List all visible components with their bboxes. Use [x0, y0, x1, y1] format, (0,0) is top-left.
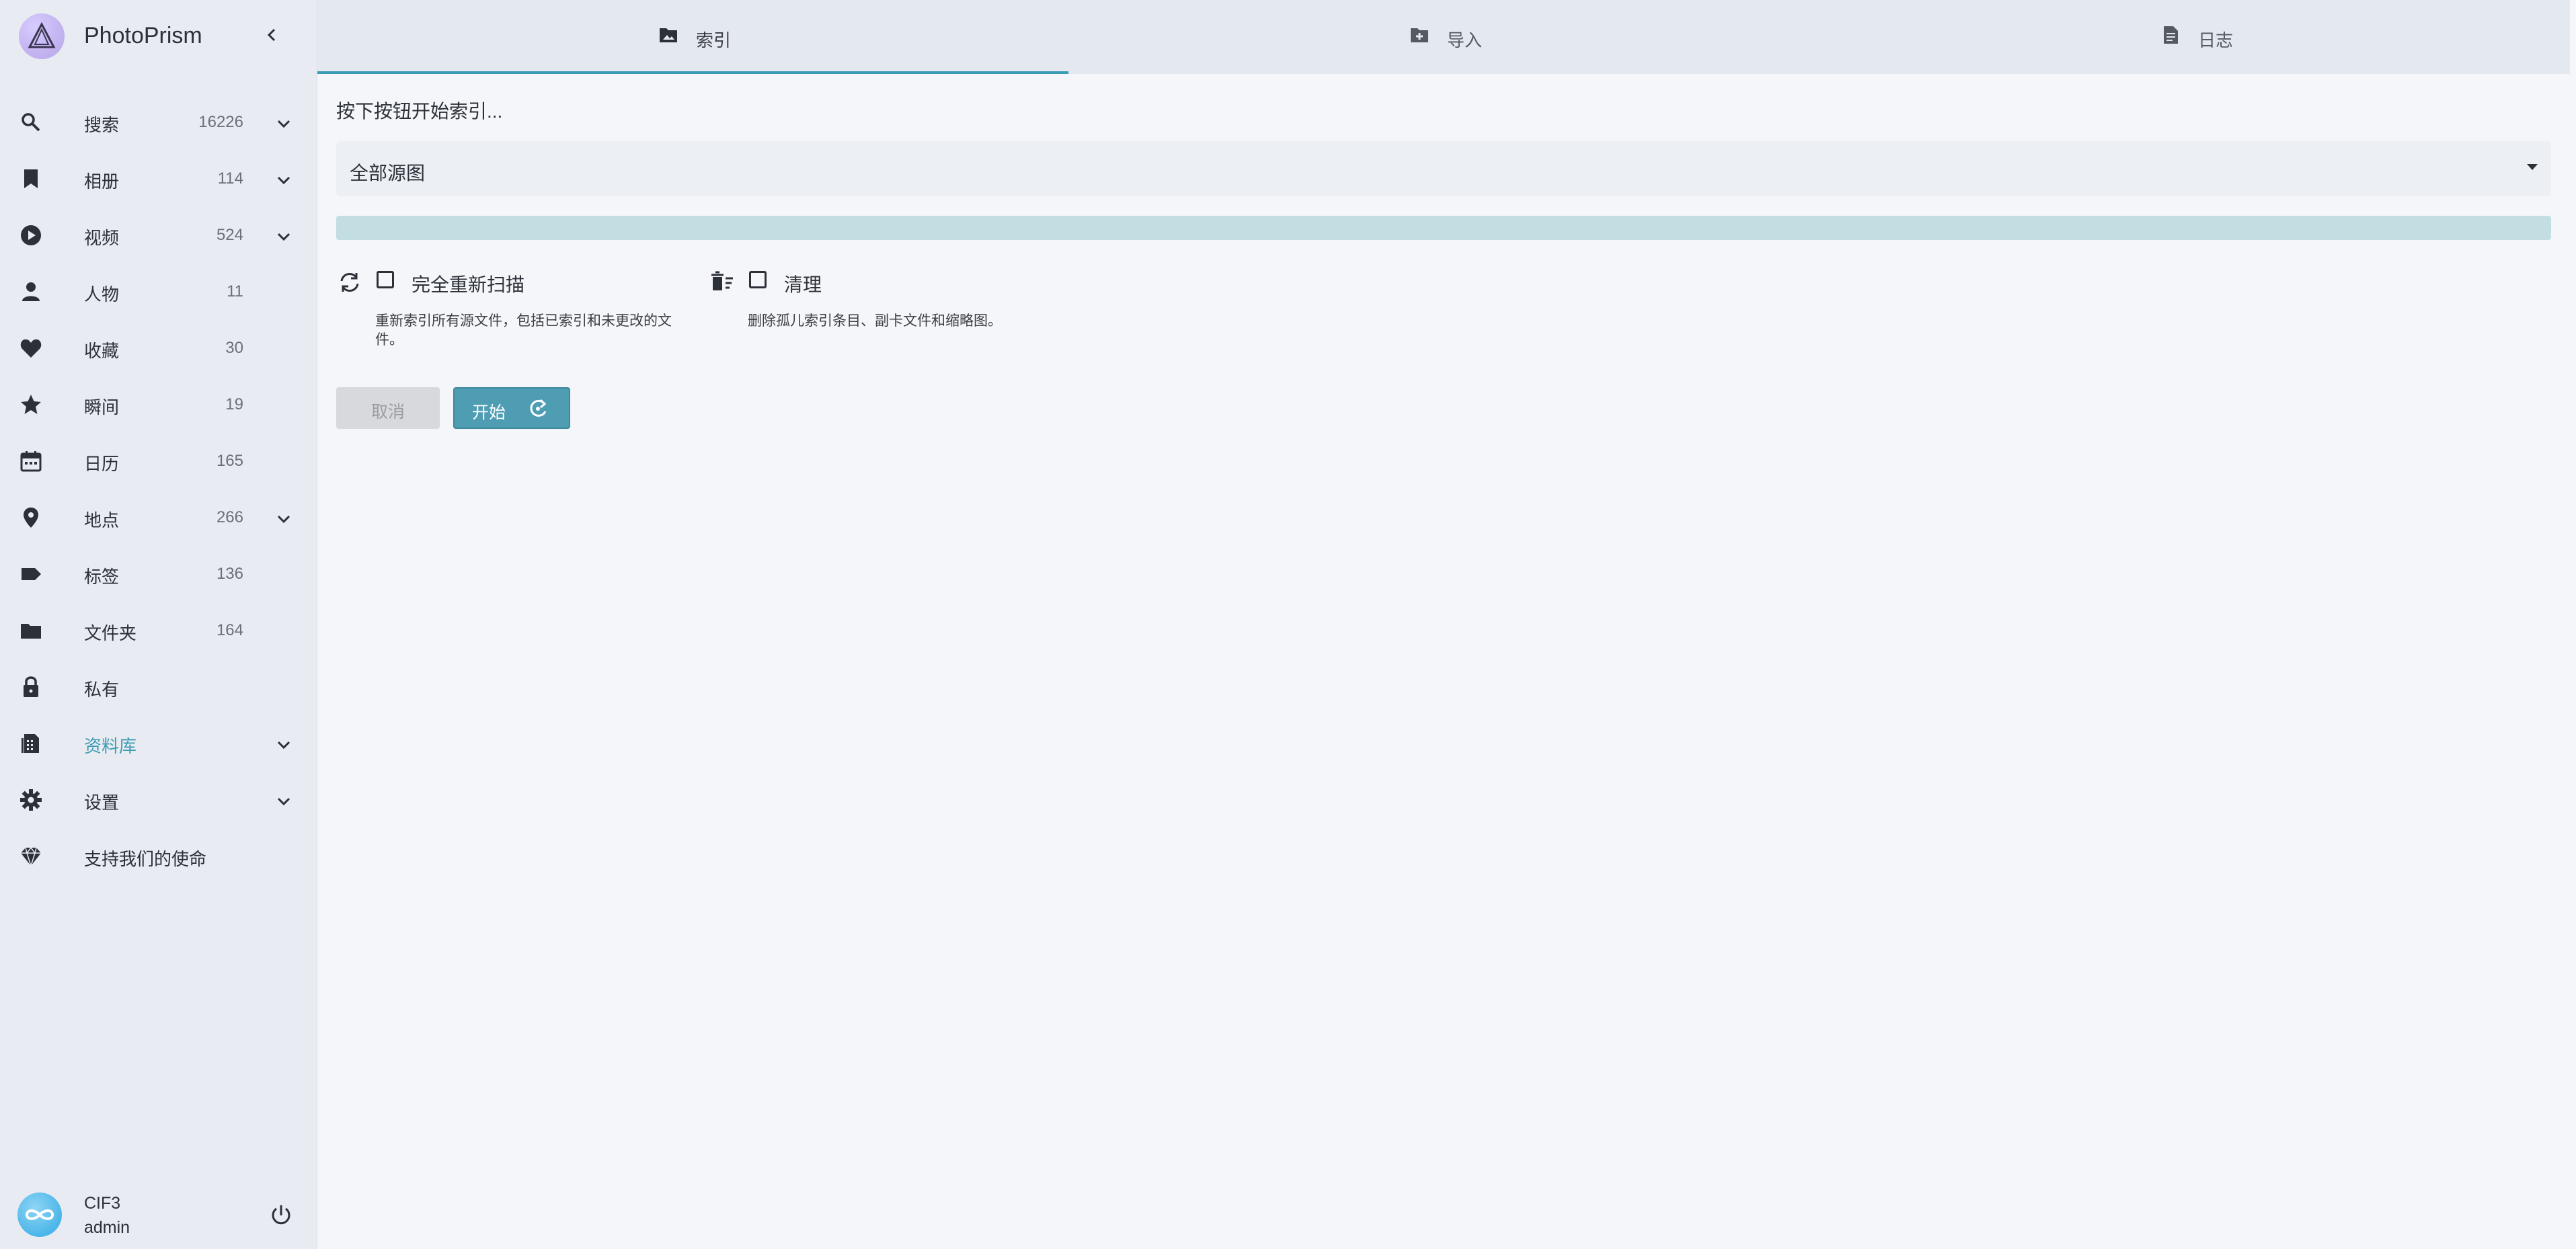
bookmark-icon [24, 169, 38, 188]
sidebar-item-label: 瞬间 [84, 397, 120, 417]
brand-name: PhotoPrism [84, 23, 202, 48]
sidebar-item-label: 相册 [84, 171, 120, 192]
tab-import[interactable]: 导入 [1068, 0, 1820, 74]
sidebar-item-count: 16226 [198, 113, 243, 131]
sidebar-item-label: 资料库 [84, 736, 137, 756]
star-icon [21, 395, 41, 414]
tab-label: 索引 [696, 30, 732, 50]
diamond-icon [21, 846, 41, 868]
start-button-label: 开始 [472, 403, 506, 422]
refresh-icon [340, 273, 359, 292]
sidebar-item-library[interactable]: 资料库 [0, 715, 317, 772]
sidebar-item-label: 搜索 [84, 115, 120, 135]
sidebar-item-private[interactable]: 私有 [0, 659, 317, 715]
heart-icon [20, 339, 42, 358]
tab-label: 日志 [2198, 30, 2234, 50]
sidebar-item-albums[interactable]: 相册 114 [0, 151, 317, 207]
library-icon [22, 734, 39, 753]
sidebar-item-count: 136 [216, 565, 243, 583]
delete-sweep-icon [711, 271, 733, 290]
person-icon [22, 282, 40, 301]
search-icon [22, 113, 40, 132]
source-folder-value: 全部源图 [350, 163, 426, 184]
source-folder-select[interactable]: 全部源图 [336, 141, 2551, 196]
tab-logs[interactable]: 日志 [1820, 0, 2571, 74]
dropdown-arrow-icon[interactable] [2527, 164, 2538, 170]
gear-icon [20, 789, 42, 811]
photoprism-logo[interactable] [19, 13, 65, 59]
label-tag-icon [22, 568, 41, 580]
index-hint-text: 按下按钮开始索引... [336, 101, 503, 122]
sidebar-item-count: 165 [216, 452, 243, 470]
tab-index[interactable]: 索引 [317, 0, 1068, 74]
folder-plus-icon [1411, 28, 1428, 42]
start-button[interactable]: 开始 [453, 387, 570, 429]
sidebar-item-label: 文件夹 [84, 623, 137, 643]
lock-icon [24, 676, 38, 697]
sidebar-item-label: 视频 [84, 228, 120, 248]
sidebar-item-settings[interactable]: 设置 [0, 772, 317, 828]
sidebar-item-count: 114 [217, 169, 243, 188]
index-panel: 按下按钮开始索引... 全部源图 完全重新扫描 重新索引所有源文件，包括已索引和… [317, 74, 2570, 1249]
sidebar: PhotoPrism 搜索 16226 相册 114 视频 524 人物 11 [0, 0, 317, 1249]
chevron-down-icon[interactable] [272, 789, 296, 813]
sidebar-item-search[interactable]: 搜索 16226 [0, 94, 317, 151]
sidebar-nav: 搜索 16226 相册 114 视频 524 人物 11 收藏 30 瞬间 19… [0, 94, 317, 885]
cleanup-label[interactable]: 清理 [784, 270, 822, 297]
sidebar-item-count: 524 [216, 226, 243, 244]
sidebar-item-count: 266 [216, 508, 243, 526]
sidebar-item-label: 标签 [84, 567, 120, 587]
sidebar-item-count: 11 [227, 282, 243, 300]
sidebar-item-label: 支持我们的使命 [84, 849, 207, 869]
sidebar-item-label: 收藏 [84, 341, 120, 361]
play-circle-icon [21, 225, 41, 245]
sidebar-item-count: 30 [225, 339, 243, 357]
chevron-down-icon[interactable] [272, 168, 296, 192]
sidebar-item-count: 19 [225, 395, 243, 413]
complete-rescan-label[interactable]: 完全重新扫描 [412, 270, 524, 297]
cleanup-description: 删除孤儿索引条目、副卡文件和缩略图。 [748, 313, 1002, 329]
sidebar-item-label: 人物 [84, 284, 120, 305]
sidebar-item-labels[interactable]: 标签 136 [0, 546, 317, 602]
user-account[interactable]: CIF3 admin [0, 1183, 317, 1249]
refresh-icon [530, 399, 547, 417]
library-tabs: 索引 导入 日志 [317, 0, 2570, 74]
avatar[interactable] [17, 1193, 62, 1237]
index-progress-bar [336, 216, 2551, 240]
collapse-sidebar-icon[interactable] [258, 22, 285, 48]
complete-rescan-description: 重新索引所有源文件，包括已索引和未更改的文件。 [375, 313, 672, 348]
cancel-button-label: 取消 [371, 403, 405, 421]
user-role: admin [84, 1218, 130, 1237]
cancel-button[interactable]: 取消 [336, 387, 440, 429]
sidebar-item-calendar[interactable]: 日历 165 [0, 433, 317, 489]
chevron-down-icon[interactable] [272, 112, 296, 136]
power-icon[interactable] [268, 1202, 295, 1229]
folder-icon [21, 624, 41, 639]
folder-image-icon [660, 28, 677, 42]
sidebar-item-videos[interactable]: 视频 524 [0, 207, 317, 264]
cleanup-checkbox[interactable] [749, 271, 767, 288]
user-name: CIF3 [84, 1194, 121, 1213]
sidebar-item-support[interactable]: 支持我们的使命 [0, 828, 317, 885]
sidebar-item-folders[interactable]: 文件夹 164 [0, 602, 317, 659]
tab-label: 导入 [1447, 30, 1483, 50]
chevron-down-icon[interactable] [272, 507, 296, 531]
sidebar-item-label: 日历 [84, 454, 120, 474]
sidebar-item-people[interactable]: 人物 11 [0, 264, 317, 320]
chevron-down-icon[interactable] [272, 225, 296, 249]
chevron-down-icon[interactable] [272, 733, 296, 757]
calendar-icon [20, 451, 42, 472]
complete-rescan-checkbox[interactable] [377, 271, 394, 288]
sidebar-item-places[interactable]: 地点 266 [0, 489, 317, 546]
sidebar-item-favorites[interactable]: 收藏 30 [0, 320, 317, 376]
log-file-icon [2164, 26, 2178, 44]
sidebar-item-label: 设置 [84, 793, 120, 813]
brand-header: PhotoPrism [0, 0, 317, 74]
sidebar-item-label: 地点 [84, 510, 120, 530]
location-pin-icon [24, 508, 38, 528]
sidebar-item-count: 164 [216, 621, 243, 639]
sidebar-item-label: 私有 [84, 680, 120, 700]
sidebar-item-moments[interactable]: 瞬间 19 [0, 376, 317, 433]
